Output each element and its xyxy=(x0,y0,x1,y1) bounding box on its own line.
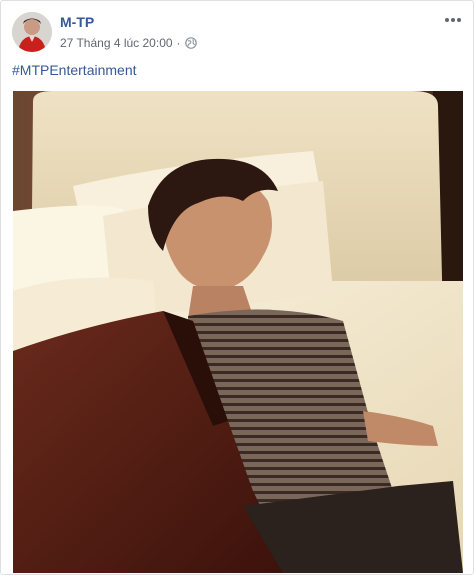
meta-separator: · xyxy=(176,36,181,50)
post-meta: 27 Tháng 4 lúc 20:00 · xyxy=(60,36,197,50)
more-options-icon[interactable] xyxy=(443,13,463,27)
author-name[interactable]: M-TP xyxy=(60,14,94,30)
timestamp[interactable]: 27 Tháng 4 lúc 20:00 xyxy=(60,36,173,50)
globe-icon[interactable] xyxy=(184,37,197,49)
post-hashtag-link[interactable]: #MTPEntertainment xyxy=(12,62,137,78)
avatar[interactable] xyxy=(12,12,52,52)
post-card: M-TP 27 Tháng 4 lúc 20:00 · #MTPEntertai… xyxy=(0,0,474,575)
post-header: M-TP 27 Tháng 4 lúc 20:00 · xyxy=(12,11,463,55)
post-photo[interactable] xyxy=(13,91,463,573)
